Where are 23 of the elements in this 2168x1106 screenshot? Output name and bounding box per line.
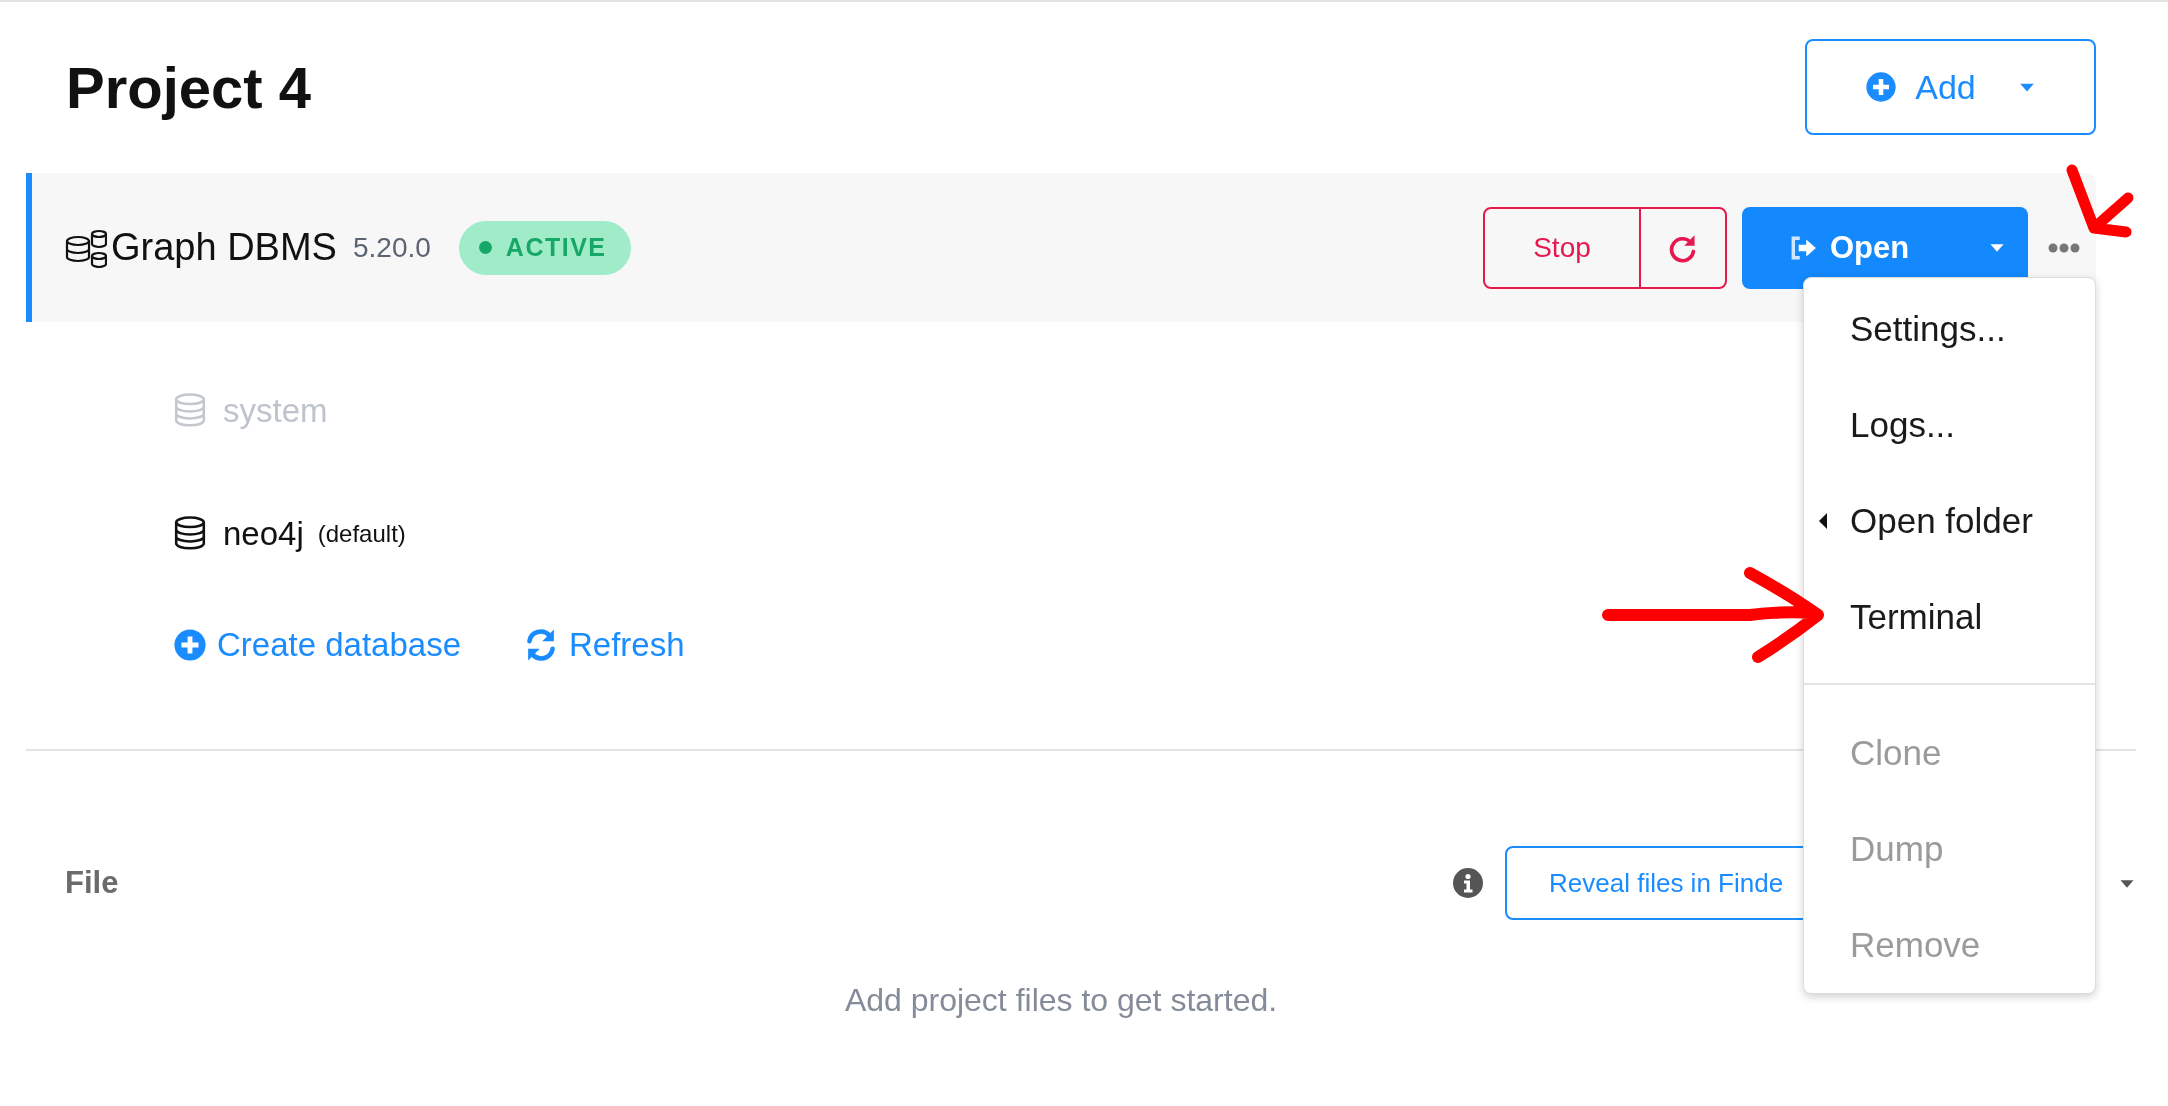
section-title: File (65, 865, 120, 901)
caret-icon (1988, 241, 2006, 254)
databases-icon (65, 227, 107, 268)
plus-icon (173, 628, 207, 662)
menu-item[interactable]: Open folder (1804, 473, 2095, 569)
empty-message: Add project files to get started. (844, 982, 1278, 1019)
version-label: 5.20.0 (352, 231, 431, 264)
more-icon (2048, 242, 2080, 253)
default-tag: (default) (317, 520, 406, 548)
refresh-link[interactable]: Refresh (523, 626, 685, 664)
project-title: Project 4 (66, 53, 311, 121)
restart-icon (1668, 232, 1698, 263)
plus-icon (1865, 71, 1898, 103)
submenu-caret-icon (1818, 512, 1828, 530)
menu-item[interactable]: Logs... (1804, 377, 2095, 473)
open-button[interactable]: Open (1742, 206, 2028, 289)
database-name[interactable]: neo4j (223, 515, 304, 553)
create-database-link[interactable]: Create database (173, 626, 461, 664)
info-icon (1453, 868, 1483, 898)
dbms-name: Graph DBMS (111, 226, 337, 269)
status-badge: ACTIVE (458, 220, 631, 275)
add-button[interactable]: Add (1805, 39, 2096, 135)
menu-item[interactable]: Terminal (1804, 569, 2095, 665)
